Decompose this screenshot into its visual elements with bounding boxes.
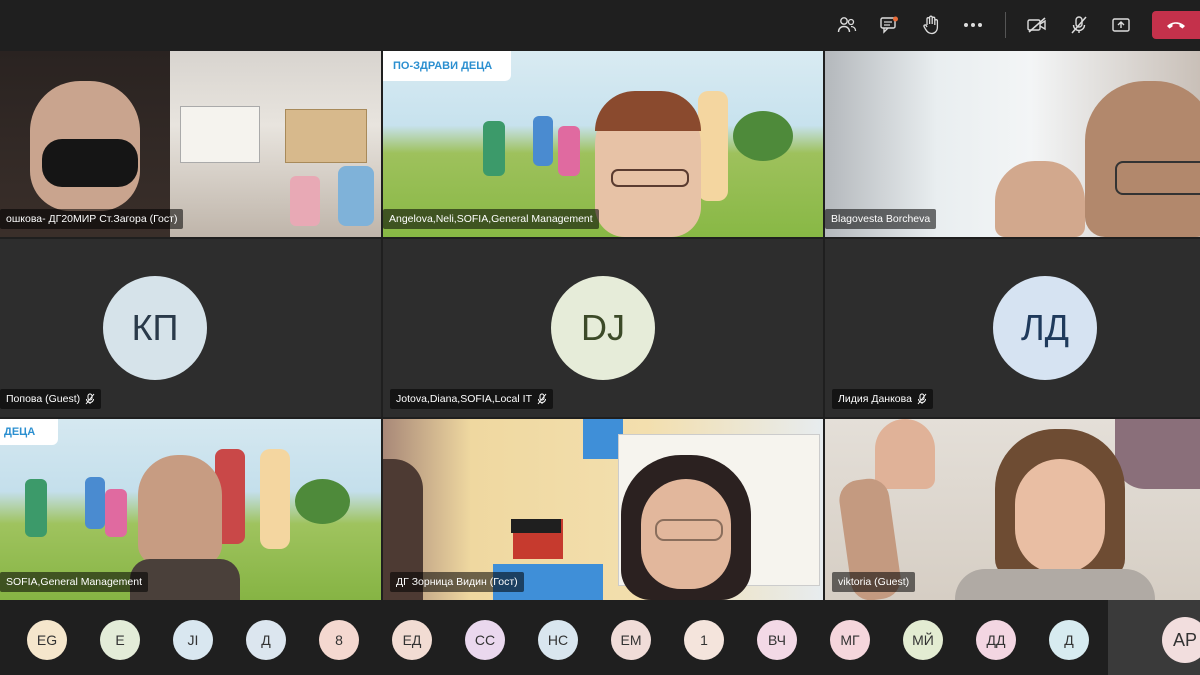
overflow-participants-bar: Д ДД МЙ МГ ВЧ 1 ЕМ НС СС ЕД 8 Д JI E EG АР [0,600,1200,675]
participant-name-tag: ДГ Зорница Видин (Гост) [390,572,524,592]
video-tile[interactable]: ПО-ЗДРАВИ ДЕЦА Angelova,Neli,SOFIA,Gener… [383,51,823,237]
video-tile[interactable]: ошкова- ДГ20МИР Ст.Загора (Гост) [0,51,381,237]
camera-off-icon[interactable] [1024,12,1050,38]
participant-avatar: КП [103,276,207,380]
banner-text: ДЕЦА [4,426,36,438]
overflow-avatar-initials: НС [547,632,569,648]
avatar-tile[interactable]: КП Попова (Guest) [0,239,381,417]
toolbar-divider [1005,12,1006,38]
participant-name-tag: Попова (Guest) [0,389,102,409]
overflow-avatar[interactable]: НС [538,620,578,660]
overflow-avatar-initials: E [115,632,125,648]
participant-name-tag: Blagovesta Borcheva [825,209,937,229]
chat-icon[interactable] [876,12,902,38]
mic-off-icon[interactable] [1066,12,1092,38]
overflow-avatar-initials: 1 [700,632,708,648]
overflow-avatar[interactable]: Д [1049,620,1089,660]
overflow-avatar[interactable]: JI [173,620,213,660]
participants-icon[interactable] [834,12,860,38]
video-tile[interactable]: ДГ Зорница Видин (Гост) [383,419,823,600]
hang-up-icon [1167,22,1185,29]
raise-hand-icon[interactable] [918,12,944,38]
video-tile[interactable]: viktoria (Guest) [825,419,1200,600]
mic-off-icon [85,393,95,405]
overflow-avatar[interactable]: 1 [684,620,724,660]
participant-name-tag: SOFIA,General Management [0,572,148,592]
overflow-avatar-initials: EG [36,632,58,648]
participant-name-tag: ошкова- ДГ20МИР Ст.Загора (Гост) [0,209,184,229]
participant-name-tag: Angelova,Neli,SOFIA,General Management [383,209,599,229]
overflow-avatar-initials: ЕМ [620,632,642,648]
overflow-avatar-initials: ДД [986,632,1006,648]
video-grid: ошкова- ДГ20МИР Ст.Загора (Гост) ПО-ЗДРА… [0,51,1200,600]
overflow-avatar[interactable]: МЙ [903,620,943,660]
participant-avatar: DJ [551,276,655,380]
overflow-avatar[interactable]: E [100,620,140,660]
overflow-avatar-initials: ЕД [402,632,422,648]
more-actions-icon[interactable] [960,12,986,38]
overflow-avatar-initials: СС [474,632,496,648]
overflow-avatar-initials: 8 [335,632,343,648]
avatar-tile[interactable]: ЛД Лидия Данкова [825,239,1200,417]
mic-off-icon [537,393,547,405]
overflow-avatar[interactable]: МГ [830,620,870,660]
overflow-avatar-initials: ВЧ [767,632,787,648]
hang-up-button[interactable] [1152,11,1200,39]
overflow-avatar[interactable]: ЕМ [611,620,651,660]
meeting-toolbar [0,0,1200,51]
video-tile[interactable]: Blagovesta Borcheva [825,51,1200,237]
overflow-avatar[interactable]: Д [246,620,286,660]
participant-name-tag: Лидия Данкова [832,389,933,409]
overflow-avatar-initials: Д [261,632,271,648]
overflow-avatar[interactable]: ЕД [392,620,432,660]
share-screen-icon[interactable] [1108,12,1134,38]
video-tile[interactable]: ДЕЦА SOFIA,General Management [0,419,381,600]
overflow-avatar[interactable]: АР [1162,617,1200,663]
overflow-avatar[interactable]: СС [465,620,505,660]
overflow-avatar[interactable]: ВЧ [757,620,797,660]
banner-text: ПО-ЗДРАВИ ДЕЦА [393,60,493,72]
avatar-tile[interactable]: DJ Jotova,Diana,SOFIA,Local IT [383,239,823,417]
mic-off-icon [917,393,927,405]
overflow-avatar[interactable]: 8 [319,620,359,660]
participant-name-tag: viktoria (Guest) [832,572,916,592]
participant-avatar: ЛД [993,276,1097,380]
overflow-avatar-initials: JI [187,632,199,648]
overflow-avatar-initials: МГ [840,632,860,648]
overflow-avatar[interactable]: ДД [976,620,1016,660]
overflow-avatar-initials: Д [1064,632,1074,648]
participant-name-tag: Jotova,Diana,SOFIA,Local IT [390,389,553,409]
overflow-avatar-initials: МЙ [912,632,934,648]
overflow-avatar[interactable]: EG [27,620,67,660]
